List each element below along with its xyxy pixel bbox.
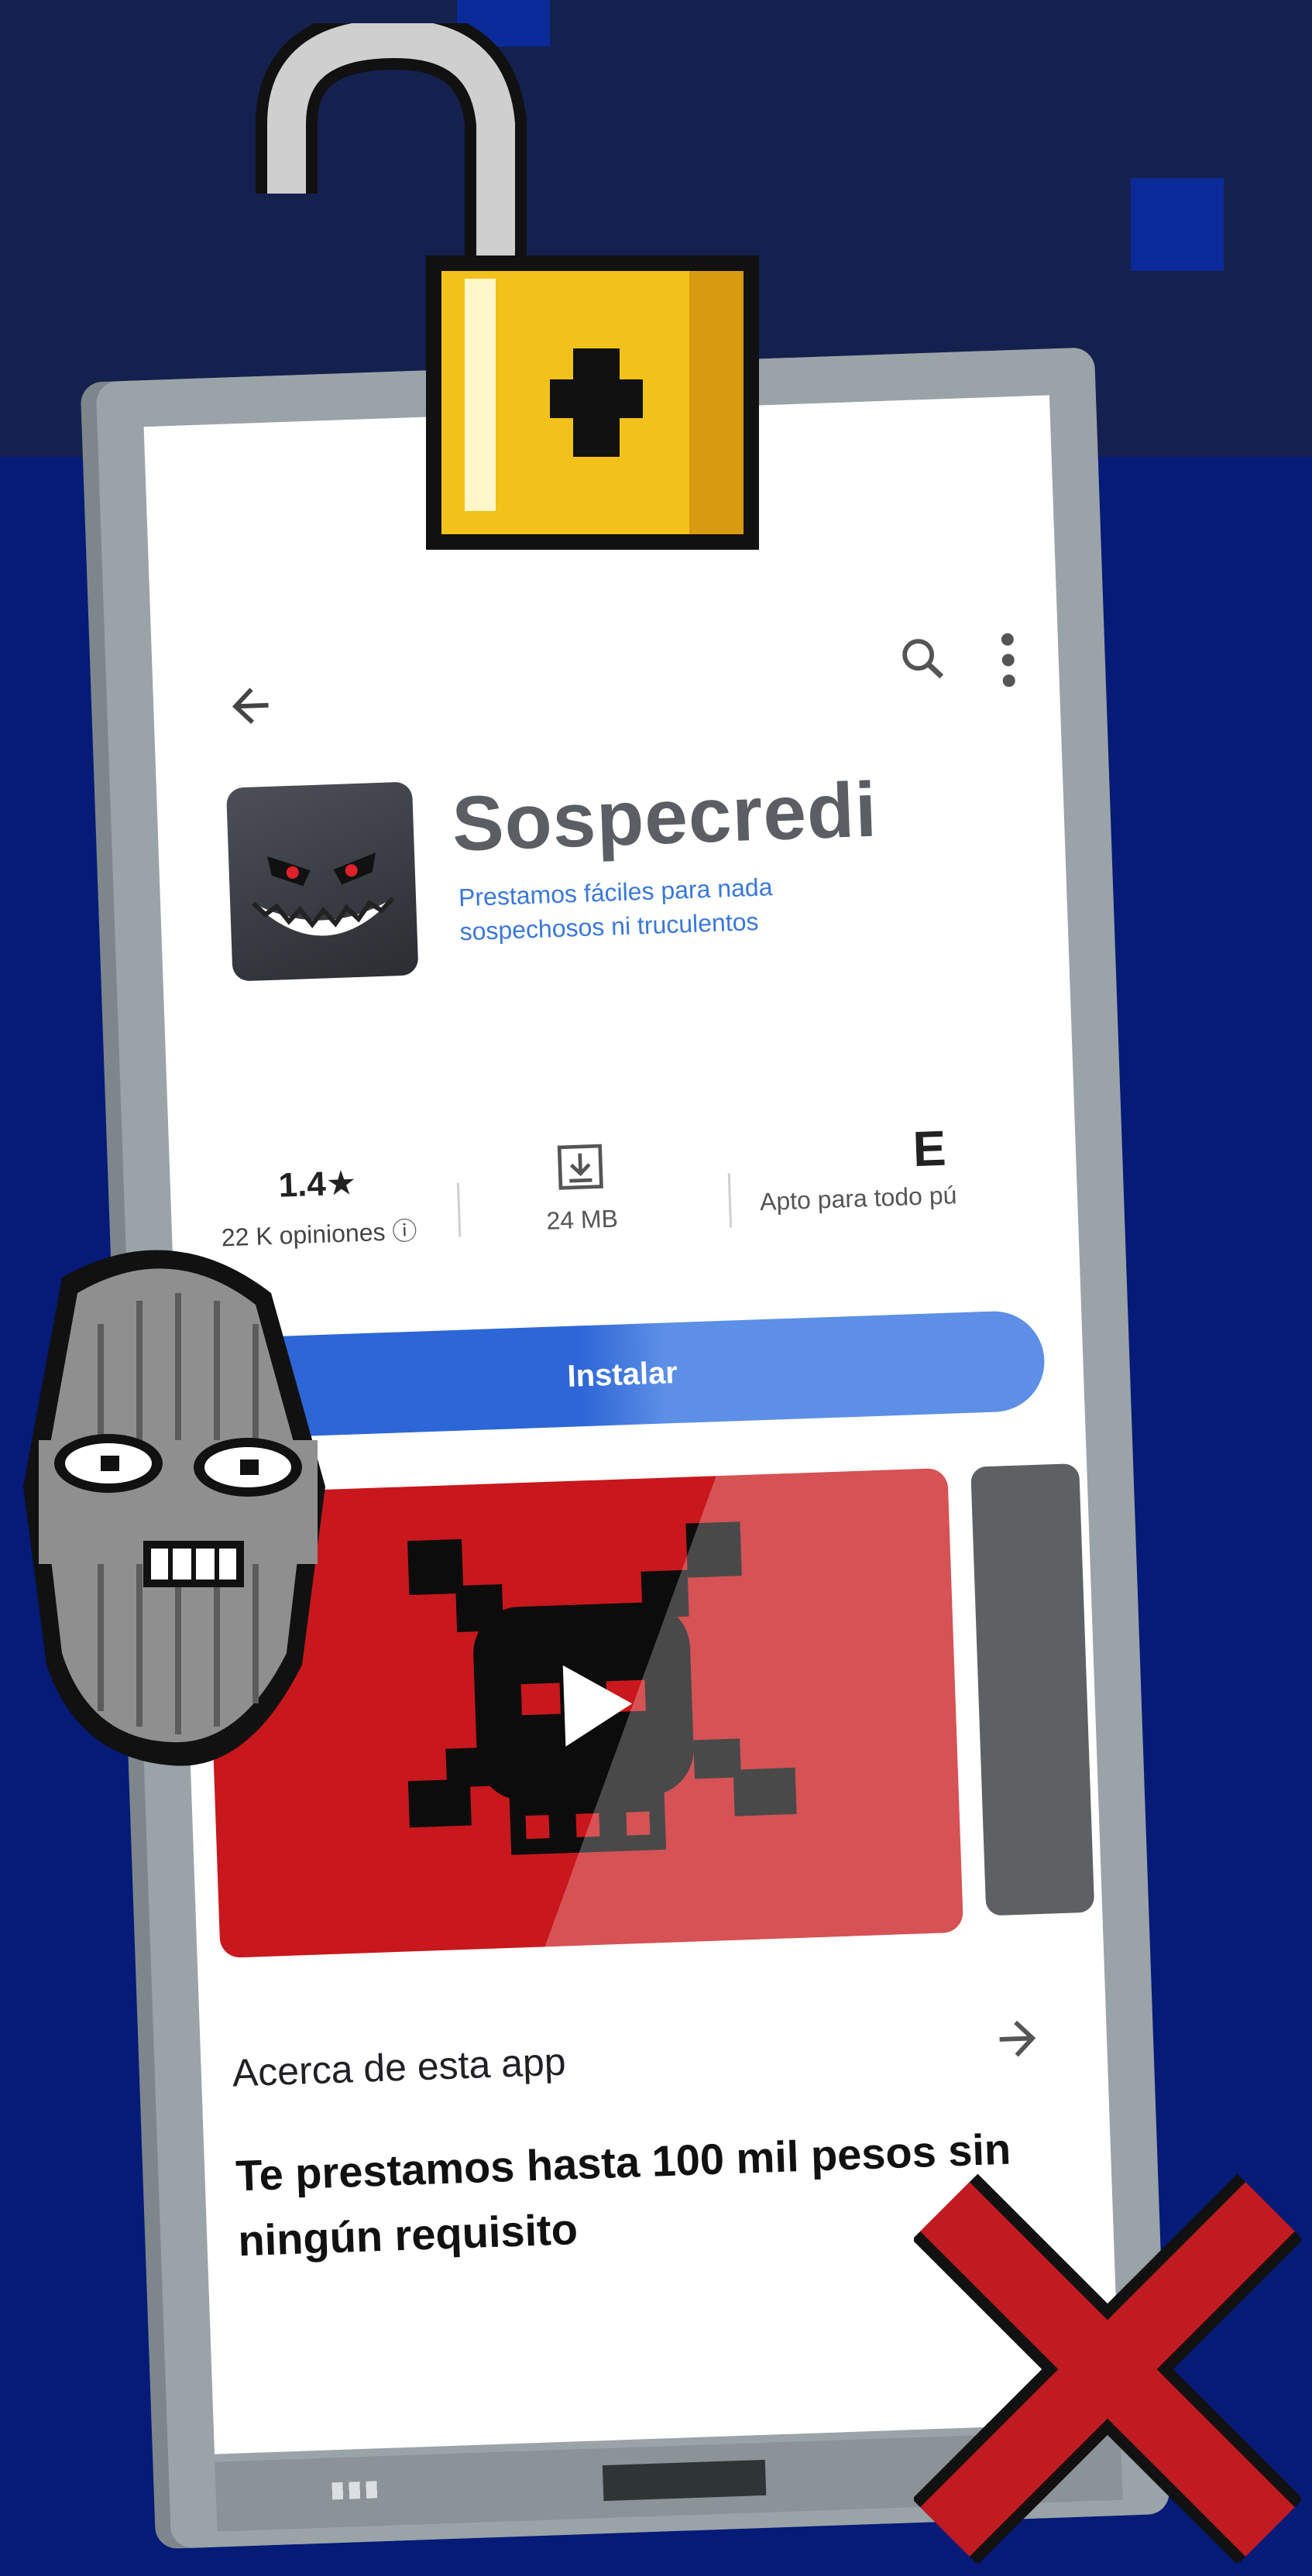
more-vert-icon[interactable] (995, 629, 1021, 691)
esrb-e-icon: E (912, 1120, 947, 1178)
play-icon[interactable] (535, 1649, 647, 1761)
size-stat: 24 MB (486, 1137, 675, 1237)
stat-divider (456, 1182, 462, 1237)
age-rating-stat[interactable]: E Apto para todo pú (757, 1114, 1086, 1216)
back-arrow-icon[interactable] (222, 677, 278, 733)
arrow-right-icon[interactable] (990, 2011, 1046, 2067)
stat-divider (727, 1173, 733, 1228)
age-rating-label: Apto para todo pú (759, 1181, 957, 1216)
app-developer-tagline[interactable]: Prestamos fáciles para nada sospechosos … (458, 866, 863, 948)
next-screenshot[interactable] (970, 1463, 1095, 1916)
recent-apps-icon[interactable] (331, 2481, 380, 2500)
home-button[interactable] (602, 2459, 767, 2502)
padlock-icon (256, 23, 759, 550)
about-section-title[interactable]: Acerca de esta app (232, 2039, 567, 2096)
red-x-icon (914, 2173, 1301, 2563)
rating-value: 1.4★ (277, 1164, 358, 1205)
evil-face-icon (252, 852, 395, 936)
search-icon[interactable] (895, 631, 950, 687)
app-icon (225, 781, 419, 982)
pixel-decoration (1131, 178, 1224, 271)
size-value: 24 MB (545, 1204, 619, 1235)
app-title: Sospecredi (450, 766, 879, 868)
download-icon (557, 1144, 603, 1190)
ski-mask-icon (23, 1250, 325, 1766)
